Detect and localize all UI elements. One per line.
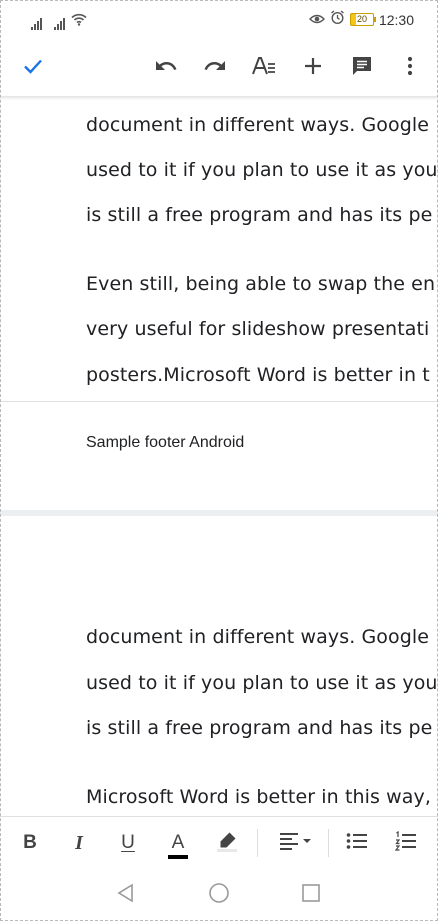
battery-icon: 20 [349, 13, 376, 26]
comment-button[interactable] [340, 40, 384, 96]
text-format-button[interactable] [242, 40, 286, 96]
more-options-icon [407, 56, 413, 80]
signal-icon [31, 17, 42, 30]
recents-icon [301, 883, 321, 907]
numbered-list-button[interactable] [386, 817, 426, 869]
text-format-icon [251, 54, 277, 82]
recents-button[interactable] [286, 868, 336, 921]
body-text-line: is still a free program and has its pe [86, 717, 433, 739]
format-toolbar: B I U A [0, 816, 438, 868]
status-bar: 20 12:30 [0, 0, 438, 40]
home-icon [208, 882, 230, 908]
home-button[interactable] [194, 868, 244, 921]
align-button[interactable] [272, 817, 318, 869]
system-nav-bar [0, 868, 438, 921]
signal-icon [54, 17, 65, 30]
bold-button[interactable]: B [10, 817, 50, 869]
editor-toolbar [0, 40, 438, 96]
footer-divider [0, 401, 438, 402]
document-canvas[interactable]: document in different ways. Google used … [0, 96, 438, 816]
body-text-line: document in different ways. Google [86, 114, 430, 136]
redo-icon [203, 54, 227, 82]
back-icon [116, 883, 136, 907]
insert-icon [302, 55, 324, 81]
done-button[interactable] [11, 40, 55, 96]
body-text-line: is still a free program and has its pe [86, 204, 433, 226]
numbered-list-icon [394, 830, 417, 855]
body-text-line: very useful for slideshow presentati [86, 318, 430, 340]
bold-icon: B [23, 832, 37, 853]
body-text-line: document in different ways. Google [86, 626, 430, 648]
redo-button[interactable] [193, 40, 237, 96]
check-icon [22, 55, 44, 81]
body-text-line: Even still, being able to swap the en [86, 273, 436, 295]
status-left-group [31, 11, 87, 30]
body-text-line: used to it if you plan to use it as you [86, 159, 438, 181]
body-text-line: used to it if you plan to use it as you [86, 672, 438, 694]
alarm-icon [330, 10, 345, 29]
highlight-button[interactable] [207, 817, 247, 869]
highlight-icon [215, 829, 239, 857]
body-text-line: Microsoft Word is better in this way, [86, 786, 432, 808]
italic-button[interactable]: I [59, 817, 99, 869]
toolbar-divider [257, 829, 258, 857]
page-footer[interactable]: Sample footer Android [86, 434, 244, 452]
wifi-icon [71, 11, 87, 30]
italic-icon: I [75, 831, 83, 854]
more-options-button[interactable] [388, 40, 432, 96]
underline-icon: U [121, 832, 135, 853]
status-right-group: 20 12:30 [308, 10, 414, 29]
back-button[interactable] [101, 868, 151, 921]
text-color-button[interactable]: A [158, 817, 198, 869]
undo-button[interactable] [144, 40, 188, 96]
align-icon [278, 831, 312, 855]
body-text-line: posters.Microsoft Word is better in t [86, 364, 430, 386]
page-break [0, 510, 438, 516]
comment-icon [350, 54, 374, 82]
text-color-icon: A [167, 832, 188, 859]
undo-icon [154, 54, 178, 82]
bulleted-list-button[interactable] [337, 817, 377, 869]
eye-comfort-icon [308, 10, 325, 29]
insert-button[interactable] [291, 40, 335, 96]
underline-button[interactable]: U [108, 817, 148, 869]
status-time: 12:30 [378, 11, 414, 28]
toolbar-divider [328, 829, 329, 857]
bulleted-list-icon [346, 831, 368, 855]
